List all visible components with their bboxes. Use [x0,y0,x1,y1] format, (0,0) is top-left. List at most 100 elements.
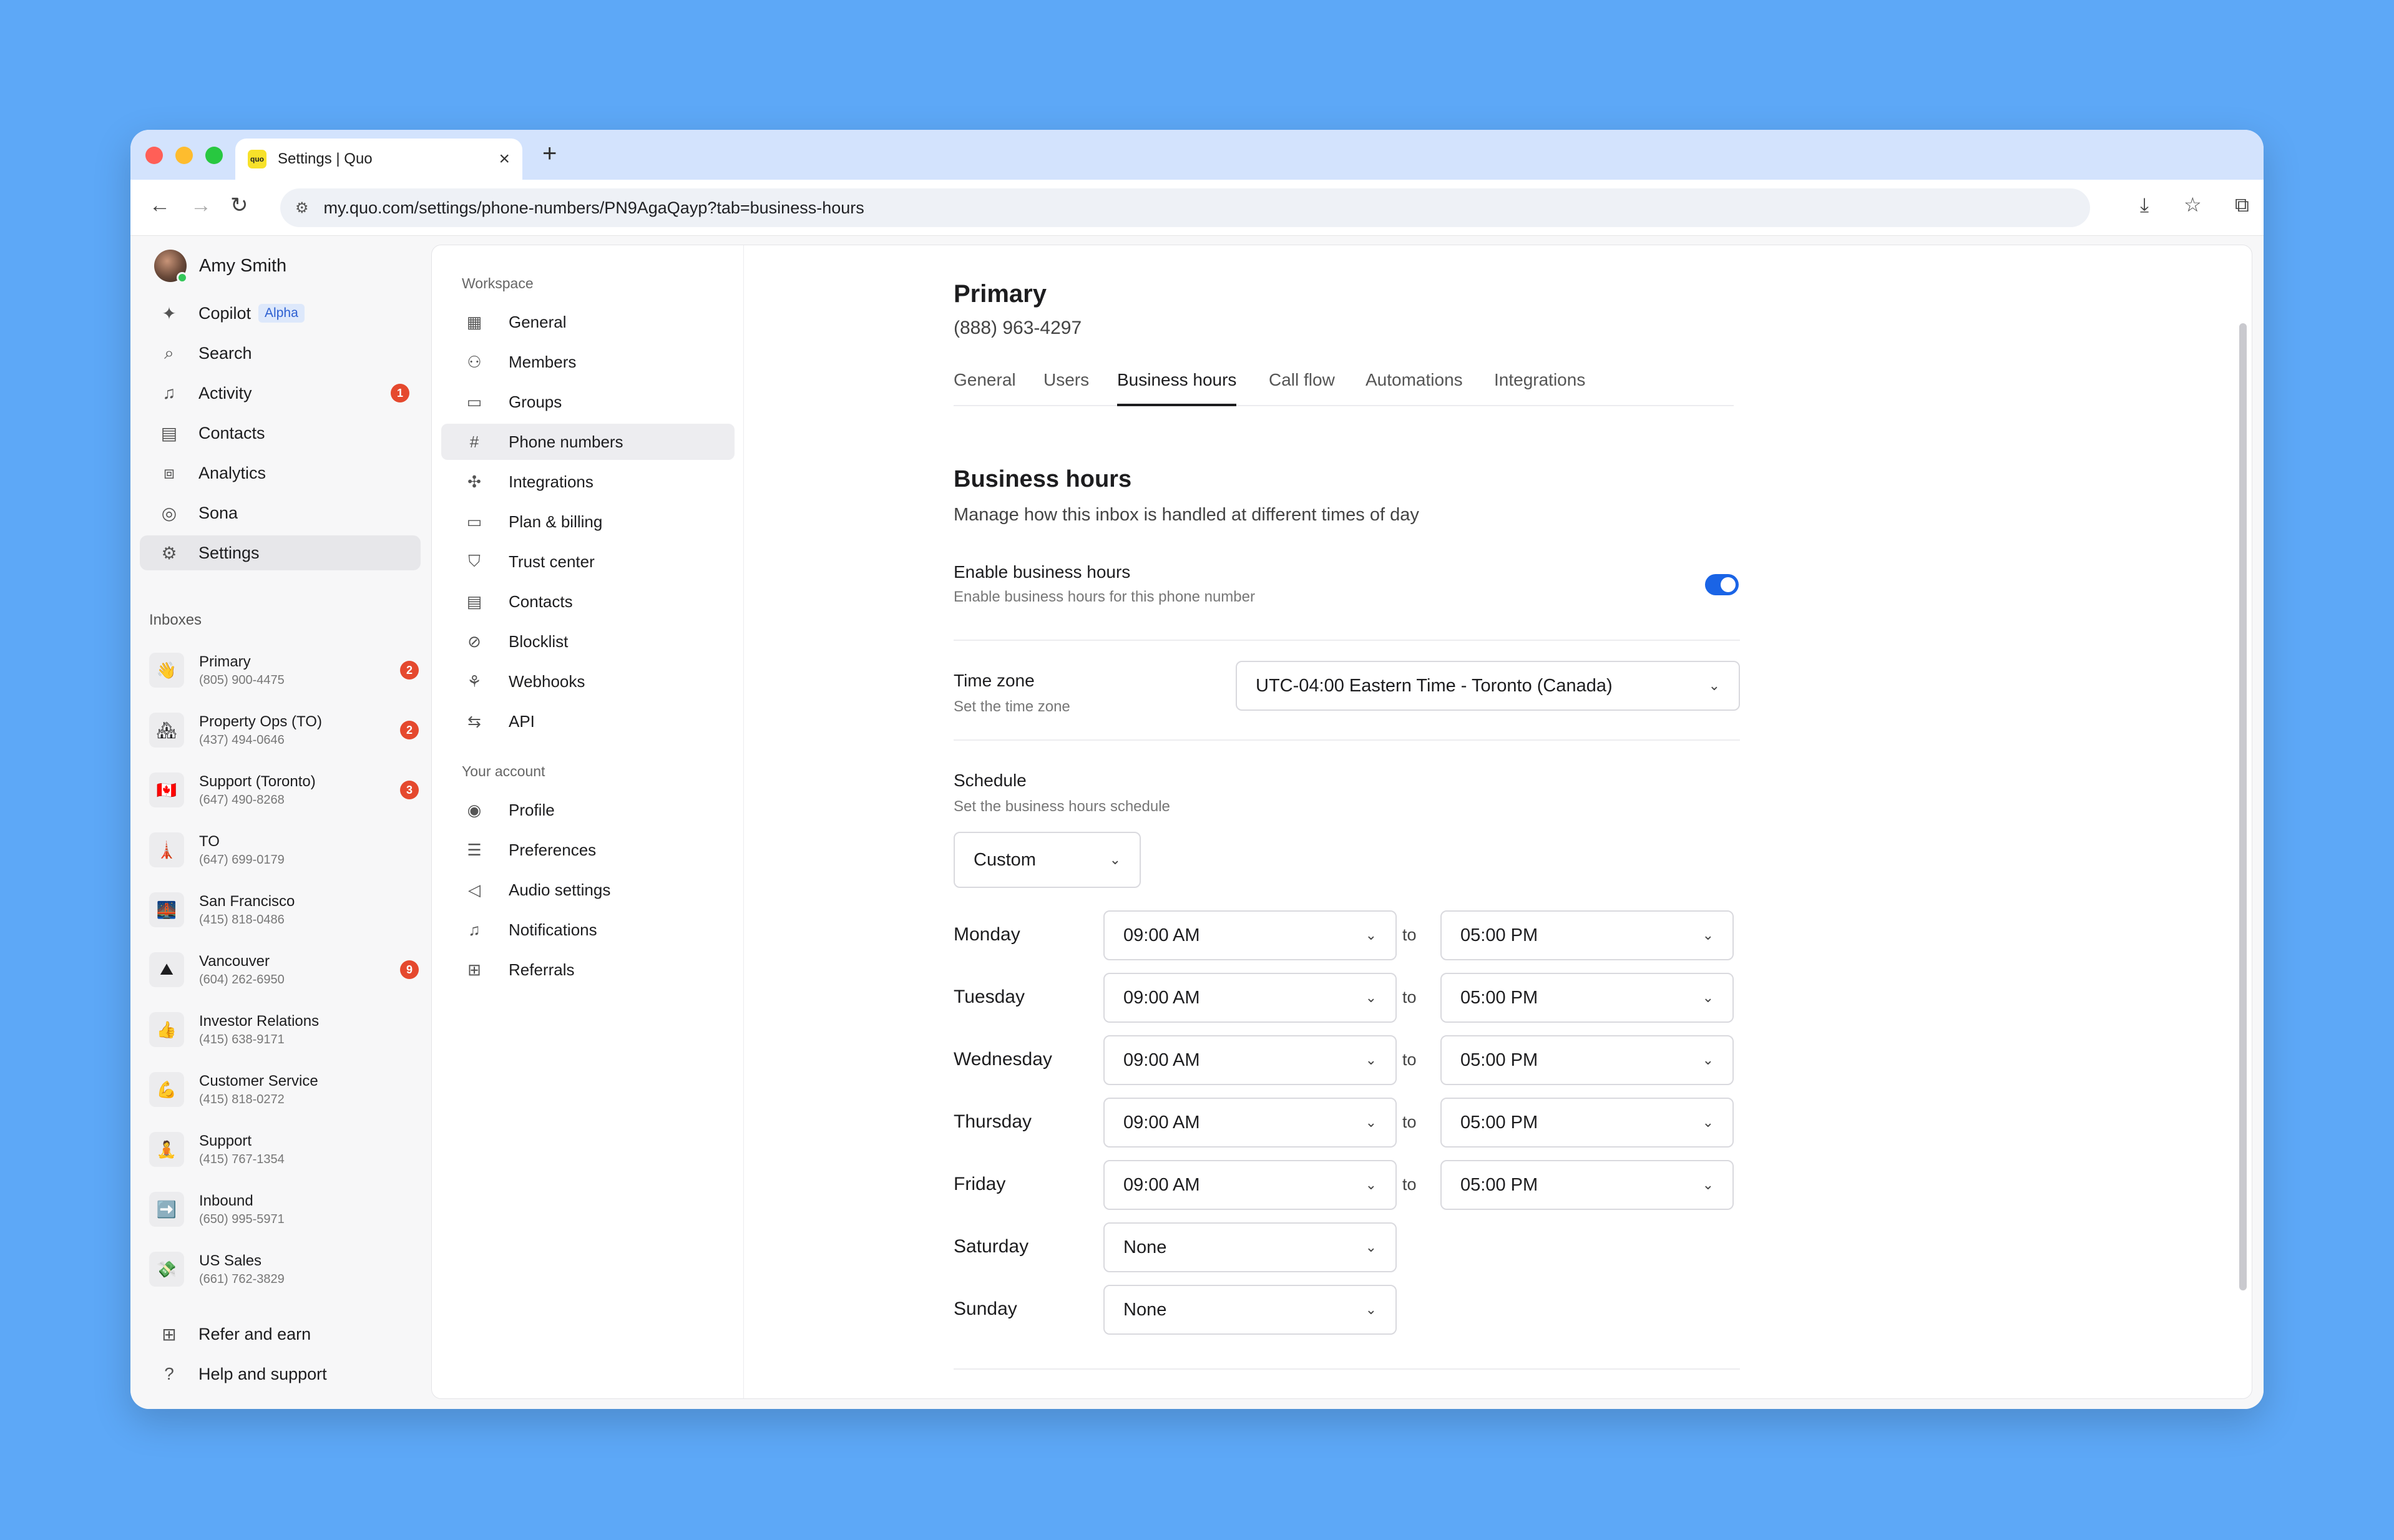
inbox-item[interactable]: 🗼 TO (647) 699-0179 [149,825,421,875]
inbox-item[interactable]: 🌉 San Francisco (415) 818-0486 [149,885,421,935]
credit-card-icon: ▭ [466,512,482,531]
start-time-value: 09:00 AM [1123,987,1200,1008]
settings-item-api[interactable]: ⇆ API [441,703,735,739]
chevron-down-icon: ⌄ [1365,1302,1377,1317]
timezone-select[interactable]: UTC-04:00 Eastern Time - Toronto (Canada… [1236,661,1740,711]
back-icon[interactable]: ← [149,195,170,216]
close-tab-icon[interactable]: × [499,150,510,168]
maximize-window-button[interactable] [205,147,223,164]
sunday-start-select[interactable]: None ⌄ [1103,1285,1397,1335]
tab-call-flow[interactable]: Call flow [1269,370,1335,406]
settings-item-profile[interactable]: ◉ Profile [441,792,735,828]
settings-item-general[interactable]: ▦ General [441,304,735,340]
sidebar-item-contacts[interactable]: ▤ Contacts [140,416,421,451]
reload-icon[interactable]: ↻ [230,195,248,216]
user-profile[interactable]: Amy Smith [154,250,286,283]
friday-end-select[interactable]: 05:00 PM ⌄ [1440,1160,1734,1210]
inbox-count-badge: 3 [400,781,419,799]
thursday-start-select[interactable]: 09:00 AM ⌄ [1103,1098,1397,1148]
settings-item-plan-billing[interactable]: ▭ Plan & billing [441,504,735,540]
sidebar-item-sona[interactable]: ◎ Sona [140,495,421,530]
settings-item-notifications[interactable]: ♫ Notifications [441,912,735,948]
settings-item-preferences[interactable]: ☰ Preferences [441,832,735,868]
settings-item-groups[interactable]: ▭ Groups [441,384,735,420]
minimize-window-button[interactable] [175,147,193,164]
inbox-count-badge: 2 [400,661,419,680]
inbox-emoji-icon: 🇨🇦 [149,772,184,807]
saturday-start-select[interactable]: None ⌄ [1103,1222,1397,1272]
inbox-item[interactable]: 🧘 Support (415) 767-1354 [149,1124,421,1174]
bell-icon: ♫ [162,383,176,402]
start-time-value: None [1123,1299,1167,1320]
tab-users[interactable]: Users [1043,370,1089,406]
inboxes-header: Inboxes [149,612,202,628]
inbox-item[interactable]: 👋 Primary (805) 900-4475 2 [149,645,421,695]
settings-item-blocklist[interactable]: ⊘ Blocklist [441,623,735,660]
page-title: Primary [954,280,1047,308]
tab-business-hours[interactable]: Business hours [1117,370,1237,406]
settings-item-audio[interactable]: ◁ Audio settings [441,872,735,908]
day-label-wednesday: Wednesday [954,1049,1052,1070]
chevron-down-icon: ⌄ [1365,927,1377,943]
inbox-item[interactable]: 💪 Customer Service (415) 818-0272 [149,1065,421,1114]
monday-start-select[interactable]: 09:00 AM ⌄ [1103,910,1397,960]
inbox-item[interactable]: ⛰ Vancouver (604) 262-6950 9 [149,945,421,995]
schedule-select[interactable]: Custom ⌄ [954,832,1141,888]
sidebar-item-activity[interactable]: ♫ Activity 1 [140,376,421,411]
url-text[interactable]: my.quo.com/settings/phone-numbers/PN9Aga… [324,198,864,218]
bookmark-star-icon[interactable]: ☆ [2184,195,2202,215]
gift-icon: ⊞ [162,1324,177,1344]
settings-item-integrations[interactable]: ✣ Integrations [441,464,735,500]
inbox-name: San Francisco [199,892,295,910]
settings-item-referrals[interactable]: ⊞ Referrals [441,952,735,988]
wednesday-end-select[interactable]: 05:00 PM ⌄ [1440,1035,1734,1085]
enable-business-hours-toggle[interactable] [1705,574,1739,595]
tab-automations[interactable]: Automations [1366,370,1463,406]
inbox-number: (805) 900-4475 [199,673,285,687]
gear-icon: ⚙ [161,543,177,563]
settings-item-trust-center[interactable]: ⛉ Trust center [441,543,735,580]
monday-end-select[interactable]: 05:00 PM ⌄ [1440,910,1734,960]
address-bar[interactable]: ⚙ my.quo.com/settings/phone-numbers/PN9A… [280,188,2090,227]
settings-item-contacts[interactable]: ▤ Contacts [441,583,735,620]
app-body: Amy Smith ✦ Copilot Alpha ⌕ Search ♫ Act… [130,236,2264,1409]
folder-icon: ▭ [466,392,482,411]
inbox-item[interactable]: 🏘 Property Ops (TO) (437) 494-0646 2 [149,705,421,755]
tab-integrations[interactable]: Integrations [1494,370,1585,406]
sidebar-item-analytics[interactable]: ⧈ Analytics [140,456,421,490]
install-app-icon[interactable]: ⤓ [2140,195,2149,215]
sidebar-item-settings[interactable]: ⚙ Settings [140,535,421,570]
sidebar-item-search[interactable]: ⌕ Search [140,336,421,371]
start-time-value: 09:00 AM [1123,1050,1200,1070]
chevron-down-icon: ⌄ [1365,1239,1377,1255]
sidebar-item-copilot[interactable]: ✦ Copilot Alpha [140,296,421,331]
close-window-button[interactable] [145,147,163,164]
inbox-name: TO [199,832,220,850]
site-info-icon[interactable]: ⚙ [295,199,309,217]
settings-item-phone-numbers[interactable]: # Phone numbers [441,424,735,460]
search-icon: ⌕ [164,343,174,363]
settings-item-members[interactable]: ⚇ Members [441,344,735,380]
browser-tab[interactable]: quo Settings | Quo × [235,139,522,180]
inbox-item[interactable]: 💸 US Sales (661) 762-3829 [149,1244,421,1294]
inbox-item[interactable]: 🇨🇦 Support (Toronto) (647) 490-8268 3 [149,765,421,815]
thursday-end-select[interactable]: 05:00 PM ⌄ [1440,1098,1734,1148]
tab-general[interactable]: General [954,370,1016,406]
refer-and-earn-link[interactable]: ⊞ Refer and earn [140,1317,421,1352]
sidebar-item-label: Analytics [198,463,266,482]
friday-start-select[interactable]: 09:00 AM ⌄ [1103,1160,1397,1210]
inbox-item[interactable]: 👍 Investor Relations (415) 638-9171 [149,1005,421,1055]
wednesday-start-select[interactable]: 09:00 AM ⌄ [1103,1035,1397,1085]
forward-icon[interactable]: → [190,195,212,216]
settings-item-label: Contacts [509,592,573,611]
help-and-support-link[interactable]: ? Help and support [140,1357,421,1391]
tuesday-end-select[interactable]: 05:00 PM ⌄ [1440,973,1734,1023]
tuesday-start-select[interactable]: 09:00 AM ⌄ [1103,973,1397,1023]
analytics-icon: ⧈ [164,462,175,482]
tab-search-icon[interactable]: ⧉ [2235,195,2249,215]
settings-item-webhooks[interactable]: ⚘ Webhooks [441,663,735,699]
sidebar-item-label: Refer and earn [198,1324,311,1343]
inbox-item[interactable]: ➡️ Inbound (650) 995-5971 [149,1184,421,1234]
content-scrollbar[interactable] [2239,323,2247,1290]
new-tab-icon[interactable]: + [542,141,557,166]
